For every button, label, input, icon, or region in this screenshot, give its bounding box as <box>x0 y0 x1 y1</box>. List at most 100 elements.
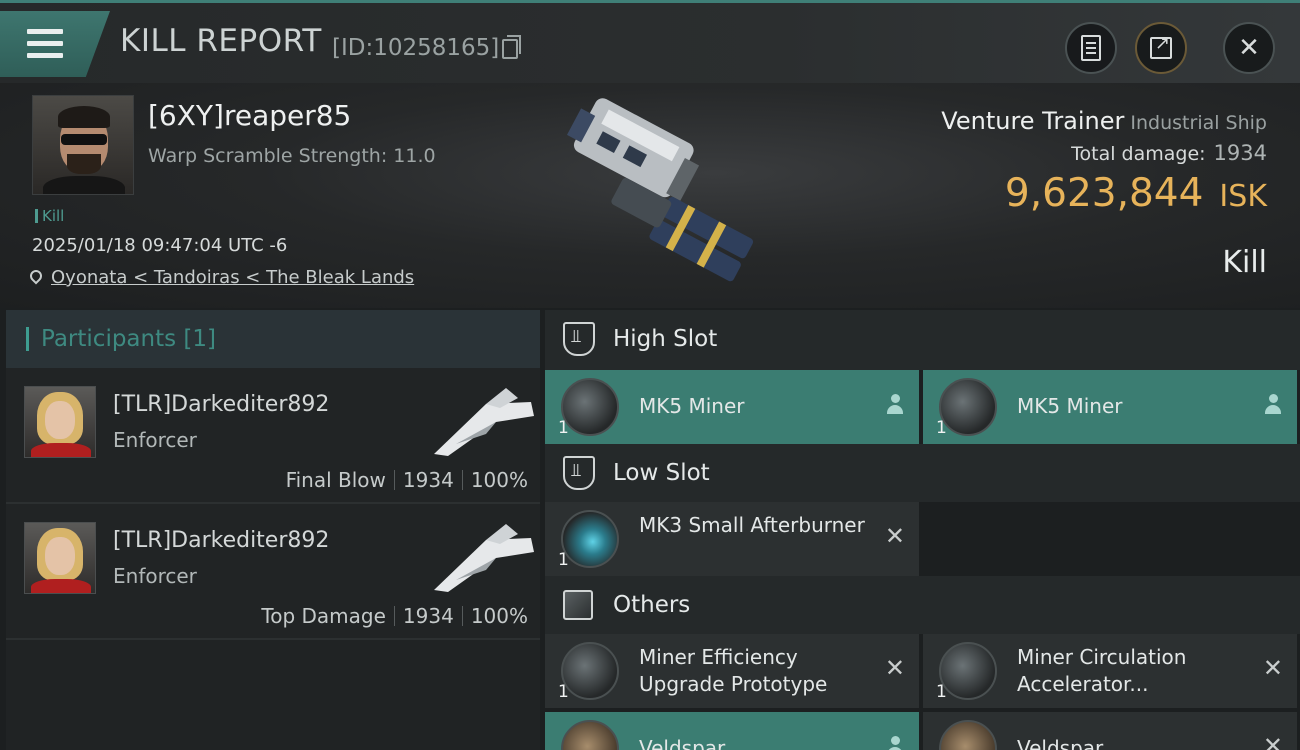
fitting-panel: High Slot 1 MK5 Miner 1 MK5 Miner Low Sl… <box>545 310 1300 750</box>
module-item[interactable]: 1 Miner Efficiency Upgrade Prototype ✕ <box>545 634 919 708</box>
pilot-icon <box>887 394 903 416</box>
module-name: MK5 Miner <box>639 394 745 418</box>
miner-module-icon <box>939 378 997 436</box>
destroyed-x-icon: ✕ <box>1262 654 1283 682</box>
module-quantity: 1 <box>936 682 947 702</box>
others-label: Others <box>613 592 691 618</box>
share-button[interactable] <box>1135 22 1187 74</box>
copy-icon[interactable] <box>502 35 521 59</box>
total-damage: Total damage: 1934 <box>1071 141 1267 165</box>
victim-portrait[interactable] <box>32 95 134 195</box>
isk-amount: 9,623,844 <box>1004 171 1204 216</box>
module-item[interactable]: 1 Miner Circulation Accelerator... ✕ <box>923 634 1297 708</box>
low-slot-header: Low Slot <box>545 444 1300 502</box>
participant-name: [TLR]Darkediter892 <box>113 392 330 417</box>
high-slot-header: High Slot <box>545 310 1300 370</box>
kill-location[interactable]: Oyonata < Tandoiras < The Bleak Lands <box>27 267 414 288</box>
isk-value: 9,623,844 ISK <box>1005 171 1267 216</box>
low-slot-label: Low Slot <box>613 460 710 486</box>
module-name: Veldspar <box>639 736 726 750</box>
participant-row[interactable]: [TLR]Darkediter892 Enforcer Top Damage 19… <box>6 504 540 640</box>
kill-result: Kill <box>1222 245 1267 280</box>
participant-row[interactable]: [TLR]Darkediter892 Enforcer Final Blow 19… <box>6 368 540 504</box>
participant-role: Enforcer <box>113 428 197 452</box>
destroyed-x-icon: ✕ <box>884 654 905 682</box>
miner-module-icon <box>561 378 619 436</box>
ship-name[interactable]: Venture Trainer Industrial Ship <box>941 107 1267 135</box>
header-bar: KILL REPORT [ID:10258165] ✕ <box>0 3 1300 83</box>
pilot-icon <box>887 736 903 750</box>
pilot-icon <box>1265 394 1281 416</box>
kill-tag: Kill <box>35 207 64 225</box>
participant-percent: 100% <box>470 604 528 628</box>
high-slot-icon <box>563 322 595 356</box>
page-title: KILL REPORT <box>120 23 322 59</box>
location-link[interactable]: Oyonata < Tandoiras < The Bleak Lands <box>51 267 414 288</box>
participant-name: [TLR]Darkediter892 <box>113 528 330 553</box>
participants-panel: Participants [1] [TLR]Darkediter892 Enfo… <box>6 310 540 750</box>
victim-name[interactable]: [6XY]reaper85 <box>148 99 351 132</box>
upgrade-module-icon <box>561 642 619 700</box>
participants-header: Participants [1] <box>41 326 216 352</box>
module-name: MK5 Miner <box>1017 394 1123 418</box>
document-icon <box>1081 35 1101 61</box>
isk-unit: ISK <box>1219 179 1267 214</box>
module-quantity: 1 <box>558 418 569 438</box>
close-button[interactable]: ✕ <box>1223 22 1275 74</box>
ship-image <box>566 98 754 282</box>
participant-percent: 100% <box>470 468 528 492</box>
participant-avatar[interactable] <box>24 522 96 594</box>
others-header: Others <box>545 576 1300 634</box>
hamburger-icon <box>27 29 63 59</box>
participant-stats: Final Blow 1934 100% <box>286 468 528 492</box>
report-id: [ID:10258165] <box>332 35 500 61</box>
participant-ship-image <box>434 524 534 592</box>
location-pin-icon <box>27 267 45 285</box>
log-button[interactable] <box>1065 22 1117 74</box>
total-damage-value: 1934 <box>1213 141 1267 165</box>
warp-scramble-strength: Warp Scramble Strength: 11.0 <box>148 145 436 167</box>
accelerator-module-icon <box>939 642 997 700</box>
participant-role: Enforcer <box>113 564 197 588</box>
cube-icon <box>563 590 593 620</box>
module-name: Veldspar <box>1017 736 1104 750</box>
module-quantity: 1 <box>558 682 569 702</box>
afterburner-module-icon <box>561 510 619 568</box>
participants-tab[interactable]: Participants [1] <box>6 310 540 368</box>
high-slot-label: High Slot <box>613 326 718 352</box>
ore-icon <box>939 720 997 750</box>
low-slot-icon <box>563 456 595 490</box>
ore-icon <box>561 720 619 750</box>
others-row: Veldspar Veldspar ✕ <box>545 712 1300 750</box>
victim-banner: [6XY]reaper85 Warp Scramble Strength: 11… <box>0 83 1300 308</box>
module-item[interactable]: Veldspar <box>545 712 919 750</box>
module-item[interactable]: 1 MK5 Miner <box>923 370 1297 444</box>
module-name: Miner Circulation Accelerator... <box>1017 645 1187 696</box>
module-name: MK3 Small Afterburner <box>639 513 865 537</box>
module-item[interactable]: 1 MK5 Miner <box>545 370 919 444</box>
kill-timestamp: 2025/01/18 09:47:04 UTC -6 <box>32 235 288 256</box>
others-row: 1 Miner Efficiency Upgrade Prototype ✕ 1… <box>545 634 1300 708</box>
menu-button[interactable] <box>0 11 110 77</box>
high-slot-row: 1 MK5 Miner 1 MK5 Miner <box>545 370 1300 444</box>
module-item[interactable]: 1 MK3 Small Afterburner ✕ <box>545 502 919 576</box>
share-icon <box>1150 33 1172 59</box>
participant-avatar[interactable] <box>24 386 96 458</box>
participant-tag: Top Damage <box>261 604 386 628</box>
ship-class: Industrial Ship <box>1130 112 1267 134</box>
participant-damage: 1934 <box>402 468 454 492</box>
module-name: Miner Efficiency Upgrade Prototype <box>639 645 828 696</box>
module-quantity: 1 <box>558 550 569 570</box>
participant-tag: Final Blow <box>285 468 386 492</box>
participant-damage: 1934 <box>402 604 454 628</box>
destroyed-x-icon: ✕ <box>884 522 905 550</box>
low-slot-row: 1 MK3 Small Afterburner ✕ <box>545 502 1300 576</box>
ship-name-text: Venture Trainer <box>941 107 1125 135</box>
total-damage-label: Total damage: <box>1071 143 1206 165</box>
close-icon: ✕ <box>1238 33 1260 63</box>
participant-stats: Top Damage 1934 100% <box>261 604 528 628</box>
module-quantity: 1 <box>936 418 947 438</box>
module-item[interactable]: Veldspar ✕ <box>923 712 1297 750</box>
participant-ship-image <box>434 388 534 456</box>
destroyed-x-icon: ✕ <box>1262 732 1283 750</box>
